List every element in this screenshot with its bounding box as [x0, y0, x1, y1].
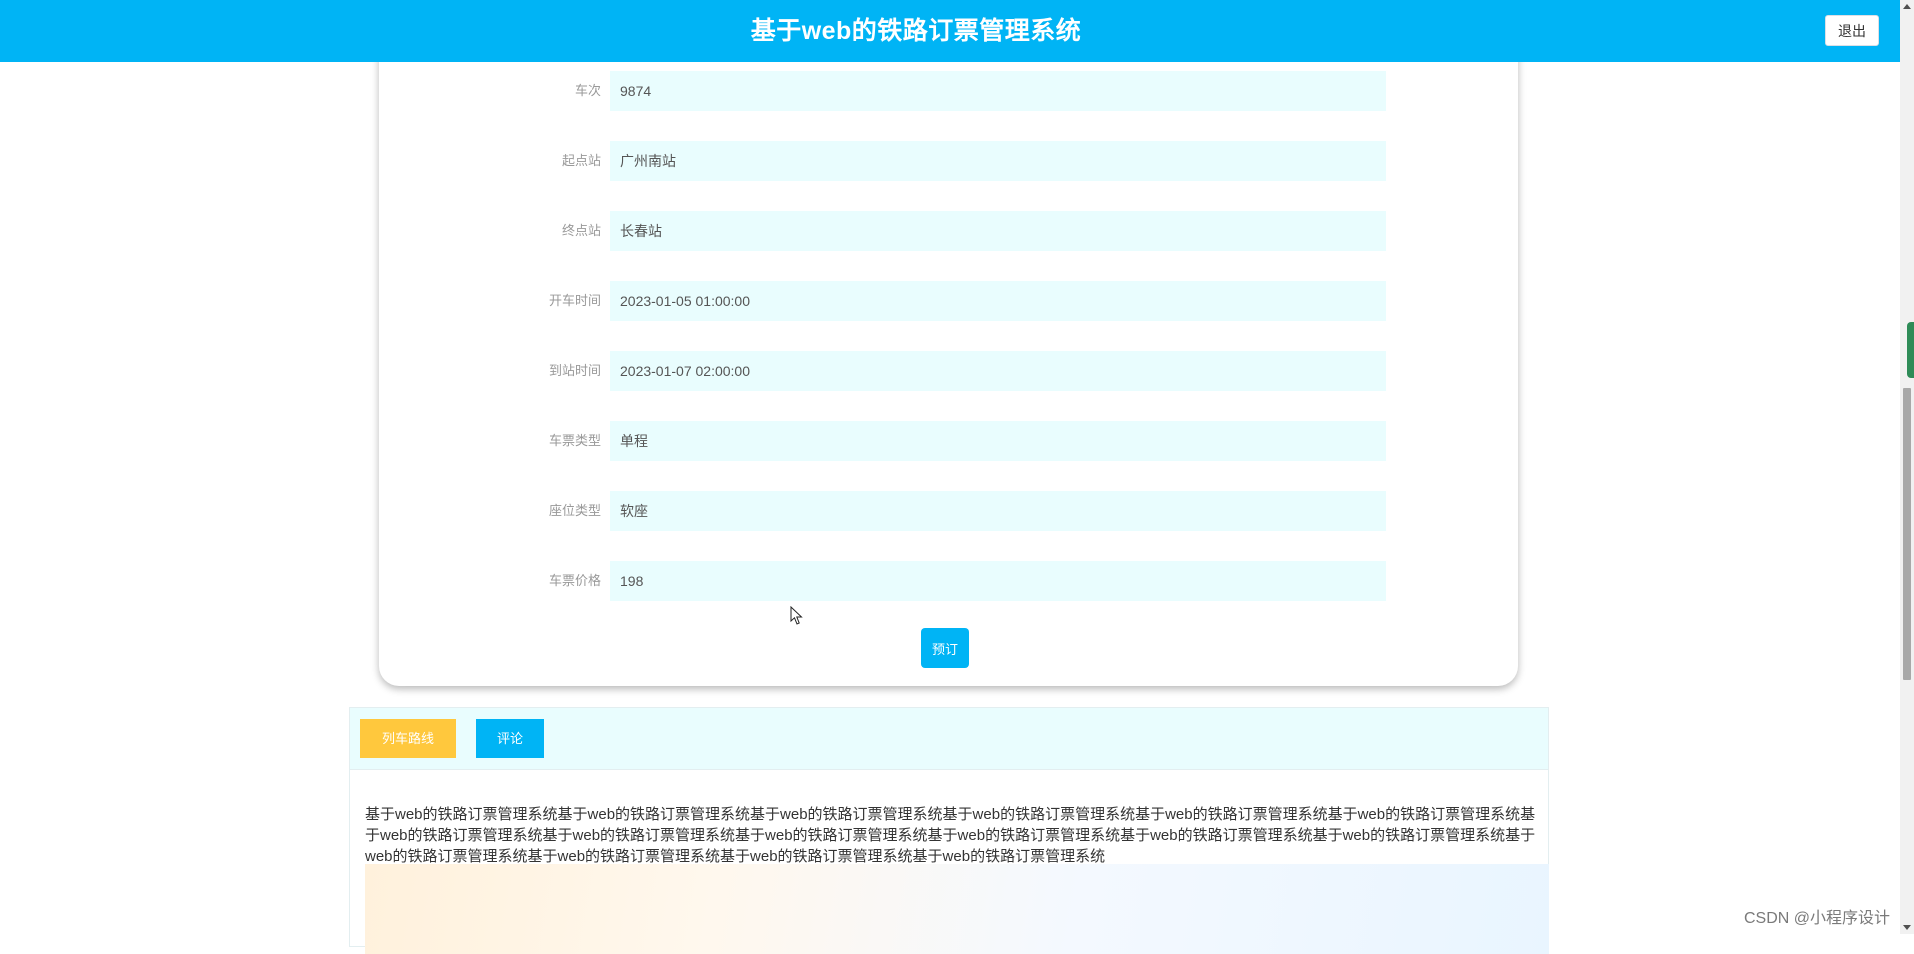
mouse-pointer-icon [790, 606, 803, 625]
form-row-seat-type: 座位类型 [379, 491, 1518, 531]
seat-type-label: 座位类型 [548, 503, 601, 518]
form-row-arrival-station: 终点站 [379, 211, 1518, 251]
arrival-time-input[interactable] [610, 351, 1386, 391]
scrollbar-thumb[interactable] [1903, 388, 1911, 680]
arrival-time-label: 到站时间 [548, 363, 601, 378]
form-row-train-number: 车次 [379, 71, 1518, 111]
logout-button[interactable]: 退出 [1825, 15, 1879, 46]
route-description-text: 基于web的铁路订票管理系统基于web的铁路订票管理系统基于web的铁路订票管理… [365, 806, 1536, 865]
page-title: 基于web的铁路订票管理系统 [750, 17, 1082, 45]
route-image [365, 864, 1549, 954]
train-number-label: 车次 [574, 83, 601, 98]
ticket-price-label: 车票价格 [548, 573, 601, 588]
ticket-price-input[interactable] [610, 561, 1386, 601]
detail-tabs-section: 列车路线 评论 基于web的铁路订票管理系统基于web的铁路订票管理系统基于we… [349, 707, 1549, 954]
scroll-indicator-tab [1907, 322, 1914, 378]
arrival-station-input[interactable] [610, 211, 1386, 251]
seat-type-input[interactable] [610, 491, 1386, 531]
form-row-departure-station: 起点站 [379, 141, 1518, 181]
ticket-type-label: 车票类型 [548, 433, 601, 448]
book-button[interactable]: 预订 [921, 628, 969, 668]
train-number-input[interactable] [610, 71, 1386, 111]
scroll-up-arrow-icon[interactable] [1903, 4, 1911, 9]
arrival-station-label: 终点站 [561, 223, 601, 238]
departure-station-input[interactable] [610, 141, 1386, 181]
form-row-arrival-time: 到站时间 [379, 351, 1518, 391]
csdn-watermark: CSDN @小程序设计 [1743, 910, 1890, 927]
ticket-type-input[interactable] [610, 421, 1386, 461]
scroll-down-arrow-icon[interactable] [1903, 925, 1911, 930]
form-row-departure-time: 开车时间 [379, 281, 1518, 321]
departure-time-label: 开车时间 [548, 293, 601, 308]
tab-comments[interactable]: 评论 [476, 719, 544, 758]
app-header: 基于web的铁路订票管理系统 退出 [0, 0, 1900, 62]
ticket-detail-form: 车次 起点站 终点站 开车时间 到站时间 车票类型 座位类型 车票价格 预订 [379, 30, 1518, 686]
form-row-ticket-type: 车票类型 [379, 421, 1518, 461]
tab-train-route[interactable]: 列车路线 [360, 719, 456, 758]
departure-time-input[interactable] [610, 281, 1386, 321]
tabs-bar: 列车路线 评论 [350, 708, 1548, 770]
departure-station-label: 起点站 [561, 153, 601, 168]
form-row-ticket-price: 车票价格 [379, 561, 1518, 601]
page-scrollbar[interactable] [1900, 0, 1914, 934]
